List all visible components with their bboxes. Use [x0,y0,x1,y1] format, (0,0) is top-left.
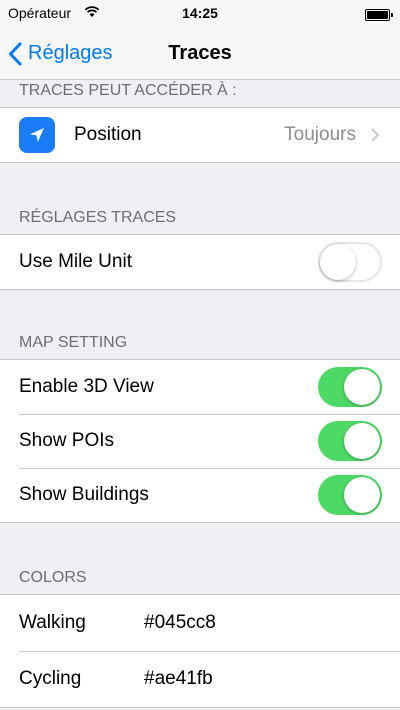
show-buildings-toggle[interactable] [318,475,382,515]
toggle-knob [344,423,380,459]
page-title: Traces [168,42,232,64]
enable-3d-toggle[interactable] [318,367,382,407]
show-buildings-label: Show Buildings [19,484,149,505]
walking-color-row[interactable]: Walking #045cc8 [0,595,400,651]
mile-unit-label: Use Mile Unit [19,251,132,272]
settings-list: TRACES PEUT ACCÉDER À : Position Toujour… [0,80,400,708]
cycling-color-row[interactable]: Cycling #ae41fb [0,651,400,707]
position-row[interactable]: Position Toujours [0,108,400,162]
chevron-right-icon [371,128,380,142]
colors-group: Walking #045cc8 Cycling #ae41fb [0,594,400,708]
mile-unit-row: Use Mile Unit [0,235,400,289]
walking-label: Walking [19,612,86,633]
status-bar: Opérateur 14:25 [0,0,400,28]
show-pois-toggle[interactable] [318,421,382,461]
position-label: Position [74,124,142,145]
location-arrow-icon [19,117,55,153]
battery-icon [365,9,393,21]
section-header-colors: COLORS [19,569,87,586]
toggle-knob [344,369,380,405]
show-pois-row: Show POIs [0,414,400,468]
section-header-access: TRACES PEUT ACCÉDER À : [19,82,237,99]
walking-color-value: #045cc8 [144,612,216,633]
settings-group: Use Mile Unit [0,234,400,290]
access-group: Position Toujours [0,107,400,163]
section-header-map: MAP SETTING [19,334,128,351]
enable-3d-label: Enable 3D View [19,376,154,397]
section-header-settings: RÉGLAGES TRACES [19,209,177,226]
toggle-knob [320,244,356,280]
mile-unit-toggle[interactable] [318,242,382,282]
position-value: Toujours [284,124,356,145]
toggle-knob [344,477,380,513]
cycling-color-value: #ae41fb [144,668,213,689]
map-group: Enable 3D View Show POIs Show Buildings [0,359,400,523]
show-pois-label: Show POIs [19,430,115,451]
navigation-bar: Réglages Traces [0,28,400,80]
clock: 14:25 [182,5,218,21]
show-buildings-row: Show Buildings [0,468,400,522]
cycling-label: Cycling [19,668,82,689]
enable-3d-row: Enable 3D View [0,360,400,414]
